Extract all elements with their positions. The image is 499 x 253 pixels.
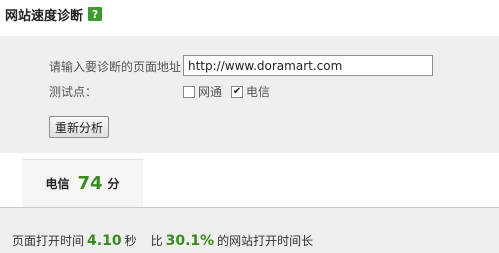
url-row: 请输入要诊断的页面地址： xyxy=(49,58,193,75)
reanalyze-button[interactable]: 重新分析 xyxy=(49,116,110,138)
checkbox-dianxin[interactable]: ✔ xyxy=(231,85,244,98)
page-title: 网站速度诊断 xyxy=(5,8,84,24)
url-input[interactable] xyxy=(183,55,433,76)
diagnosis-form-panel: 请输入要诊断的页面地址： 测试点： 网通 ✔ 电信 重新分析 xyxy=(0,36,499,153)
url-label: 请输入要诊断的页面地址： xyxy=(49,60,194,74)
score-unit: 分 xyxy=(107,177,120,191)
page-header: 网站速度诊断 ? xyxy=(5,4,103,24)
tab-name: 电信 xyxy=(45,177,70,191)
help-icon[interactable]: ? xyxy=(88,7,103,21)
result-bar: 页面打开时间 4.10 秒 比 30.1% 的网站打开时间长 xyxy=(0,207,499,253)
compare-value: 30.1% xyxy=(165,233,215,249)
tab-dianxin[interactable]: 电信 74 分 xyxy=(22,159,143,207)
score-value: 74 xyxy=(77,173,103,194)
load-time-value: 4.10 xyxy=(87,233,122,249)
checkbox-wangtong-label[interactable]: 网通 xyxy=(198,83,222,100)
load-time-prefix: 页面打开时间 xyxy=(12,234,85,248)
compare-suffix: 的网站打开时间长 xyxy=(217,234,314,248)
test-points-label: 测试点： xyxy=(49,85,98,99)
checkbox-wangtong[interactable] xyxy=(183,85,195,98)
compare-prefix: 比 xyxy=(150,234,163,248)
load-time-unit: 秒 xyxy=(124,234,137,248)
result-summary: 页面打开时间 4.10 秒 比 30.1% 的网站打开时间长 xyxy=(12,232,313,249)
checkbox-dianxin-label[interactable]: 电信 xyxy=(246,83,270,100)
test-points-options: 网通 ✔ 电信 xyxy=(183,83,279,100)
test-points-row: 测试点： xyxy=(49,83,97,100)
